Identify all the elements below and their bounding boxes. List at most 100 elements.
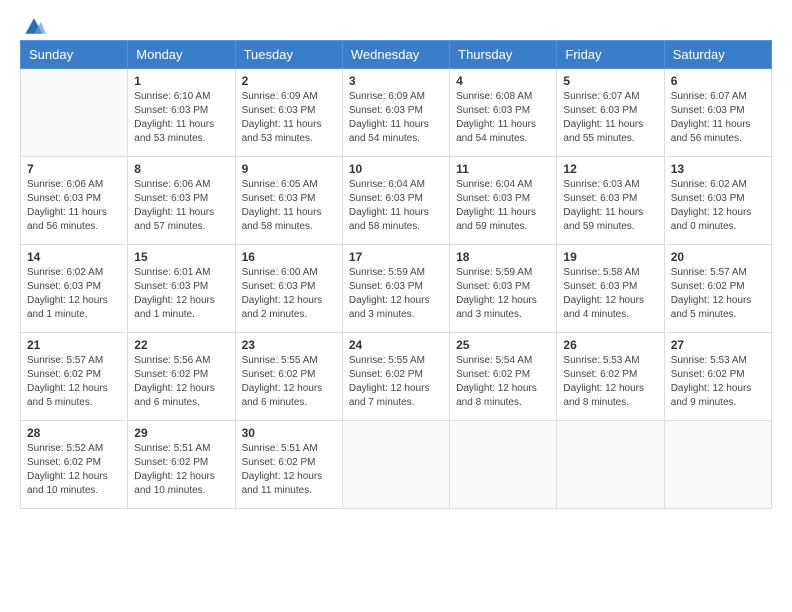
week-row-1: 1 Sunrise: 6:10 AM Sunset: 6:03 PM Daylig… [21,69,772,157]
day-number: 10 [349,162,443,176]
calendar-cell: 22 Sunrise: 5:56 AM Sunset: 6:02 PM Dayli… [128,333,235,421]
calendar-cell: 18Sunrise: 5:59 AM Sunset: 6:03 PM Dayli… [450,245,557,333]
day-number: 7 [27,162,121,176]
day-info: Sunrise: 5:53 AM Sunset: 6:02 PM Dayligh… [671,354,765,410]
day-number: 22 [134,338,228,352]
logo [20,20,46,30]
day-number: 5 [563,74,657,88]
day-info: Sunrise: 6:07 AM Sunset: 6:03 PM Dayligh… [671,90,765,146]
calendar-body: 1 Sunrise: 6:10 AM Sunset: 6:03 PM Daylig… [21,69,772,509]
calendar-cell: 13 Sunrise: 6:02 AM Sunset: 6:03 PM Dayli… [664,157,771,245]
day-number: 13 [671,162,765,176]
day-number: 3 [349,74,443,88]
day-info: Sunrise: 5:56 AM Sunset: 6:02 PM Dayligh… [134,354,228,410]
day-info: Sunrise: 6:04 AM Sunset: 6:03 PM Dayligh… [349,178,443,234]
day-info: Sunrise: 6:06 AM Sunset: 6:03 PM Dayligh… [27,178,121,234]
day-number: 1 [134,74,228,88]
calendar-cell [557,421,664,509]
day-info: Sunrise: 6:06 AM Sunset: 6:03 PM Dayligh… [134,178,228,234]
day-number: 25 [456,338,550,352]
calendar-cell: 23Sunrise: 5:55 AM Sunset: 6:02 PM Dayli… [235,333,342,421]
calendar-cell: 14 Sunrise: 6:02 AM Sunset: 6:03 PM Dayli… [21,245,128,333]
weekday-header-saturday: Saturday [664,41,771,69]
calendar-cell: 15 Sunrise: 6:01 AM Sunset: 6:03 PM Dayli… [128,245,235,333]
calendar-table: SundayMondayTuesdayWednesdayThursdayFrid… [20,40,772,509]
day-number: 26 [563,338,657,352]
page-header [20,20,772,30]
day-info: Sunrise: 5:57 AM Sunset: 6:02 PM Dayligh… [27,354,121,410]
day-info: Sunrise: 5:59 AM Sunset: 6:03 PM Dayligh… [349,266,443,322]
day-info: Sunrise: 6:02 AM Sunset: 6:03 PM Dayligh… [27,266,121,322]
calendar-cell: 6 Sunrise: 6:07 AM Sunset: 6:03 PM Daylig… [664,69,771,157]
day-info: Sunrise: 5:51 AM Sunset: 6:02 PM Dayligh… [134,442,228,498]
day-info: Sunrise: 6:10 AM Sunset: 6:03 PM Dayligh… [134,90,228,146]
calendar-cell [21,69,128,157]
week-row-2: 7 Sunrise: 6:06 AM Sunset: 6:03 PM Daylig… [21,157,772,245]
day-info: Sunrise: 6:03 AM Sunset: 6:03 PM Dayligh… [563,178,657,234]
day-number: 4 [456,74,550,88]
day-info: Sunrise: 6:00 AM Sunset: 6:03 PM Dayligh… [242,266,336,322]
day-info: Sunrise: 5:57 AM Sunset: 6:02 PM Dayligh… [671,266,765,322]
calendar-cell [664,421,771,509]
calendar-cell: 19 Sunrise: 5:58 AM Sunset: 6:03 PM Dayli… [557,245,664,333]
day-number: 20 [671,250,765,264]
day-info: Sunrise: 6:08 AM Sunset: 6:03 PM Dayligh… [456,90,550,146]
day-number: 11 [456,162,550,176]
day-number: 2 [242,74,336,88]
weekday-header-tuesday: Tuesday [235,41,342,69]
calendar-cell [342,421,449,509]
day-info: Sunrise: 5:55 AM Sunset: 6:02 PM Dayligh… [349,354,443,410]
day-number: 29 [134,426,228,440]
calendar-cell: 16 Sunrise: 6:00 AM Sunset: 6:03 PM Dayli… [235,245,342,333]
calendar-cell [450,421,557,509]
calendar-cell: 4 Sunrise: 6:08 AM Sunset: 6:03 PM Daylig… [450,69,557,157]
day-info: Sunrise: 6:09 AM Sunset: 6:03 PM Dayligh… [242,90,336,146]
calendar-cell: 26 Sunrise: 5:53 AM Sunset: 6:02 PM Dayli… [557,333,664,421]
calendar-header-row: SundayMondayTuesdayWednesdayThursdayFrid… [21,41,772,69]
calendar-cell: 21 Sunrise: 5:57 AM Sunset: 6:02 PM Dayli… [21,333,128,421]
calendar-cell: 24 Sunrise: 5:55 AM Sunset: 6:02 PM Dayli… [342,333,449,421]
day-info: Sunrise: 5:52 AM Sunset: 6:02 PM Dayligh… [27,442,121,498]
calendar-cell: 20 Sunrise: 5:57 AM Sunset: 6:02 PM Dayli… [664,245,771,333]
calendar-cell: 2 Sunrise: 6:09 AM Sunset: 6:03 PM Daylig… [235,69,342,157]
calendar-cell: 17Sunrise: 5:59 AM Sunset: 6:03 PM Dayli… [342,245,449,333]
day-info: Sunrise: 6:09 AM Sunset: 6:03 PM Dayligh… [349,90,443,146]
day-info: Sunrise: 6:01 AM Sunset: 6:03 PM Dayligh… [134,266,228,322]
day-number: 27 [671,338,765,352]
day-number: 30 [242,426,336,440]
day-number: 24 [349,338,443,352]
day-number: 16 [242,250,336,264]
calendar-cell: 12 Sunrise: 6:03 AM Sunset: 6:03 PM Dayli… [557,157,664,245]
day-number: 28 [27,426,121,440]
calendar-cell: 28 Sunrise: 5:52 AM Sunset: 6:02 PM Dayli… [21,421,128,509]
day-number: 19 [563,250,657,264]
day-info: Sunrise: 6:04 AM Sunset: 6:03 PM Dayligh… [456,178,550,234]
week-row-3: 14 Sunrise: 6:02 AM Sunset: 6:03 PM Dayli… [21,245,772,333]
day-number: 14 [27,250,121,264]
calendar-cell: 9Sunrise: 6:05 AM Sunset: 6:03 PM Daylig… [235,157,342,245]
weekday-header-friday: Friday [557,41,664,69]
day-info: Sunrise: 6:07 AM Sunset: 6:03 PM Dayligh… [563,90,657,146]
day-info: Sunrise: 5:54 AM Sunset: 6:02 PM Dayligh… [456,354,550,410]
logo-icon [22,16,46,36]
day-number: 6 [671,74,765,88]
calendar-cell: 25 Sunrise: 5:54 AM Sunset: 6:02 PM Dayli… [450,333,557,421]
day-info: Sunrise: 6:05 AM Sunset: 6:03 PM Dayligh… [242,178,336,234]
day-number: 21 [27,338,121,352]
calendar-cell: 10 Sunrise: 6:04 AM Sunset: 6:03 PM Dayli… [342,157,449,245]
weekday-header-thursday: Thursday [450,41,557,69]
day-number: 8 [134,162,228,176]
calendar-cell: 3 Sunrise: 6:09 AM Sunset: 6:03 PM Daylig… [342,69,449,157]
day-info: Sunrise: 5:53 AM Sunset: 6:02 PM Dayligh… [563,354,657,410]
day-number: 15 [134,250,228,264]
day-number: 23 [242,338,336,352]
calendar-cell: 8 Sunrise: 6:06 AM Sunset: 6:03 PM Daylig… [128,157,235,245]
day-info: Sunrise: 5:58 AM Sunset: 6:03 PM Dayligh… [563,266,657,322]
day-info: Sunrise: 5:51 AM Sunset: 6:02 PM Dayligh… [242,442,336,498]
day-info: Sunrise: 6:02 AM Sunset: 6:03 PM Dayligh… [671,178,765,234]
calendar-cell: 30 Sunrise: 5:51 AM Sunset: 6:02 PM Dayli… [235,421,342,509]
week-row-4: 21 Sunrise: 5:57 AM Sunset: 6:02 PM Dayli… [21,333,772,421]
day-number: 12 [563,162,657,176]
weekday-header-wednesday: Wednesday [342,41,449,69]
calendar-cell: 7 Sunrise: 6:06 AM Sunset: 6:03 PM Daylig… [21,157,128,245]
